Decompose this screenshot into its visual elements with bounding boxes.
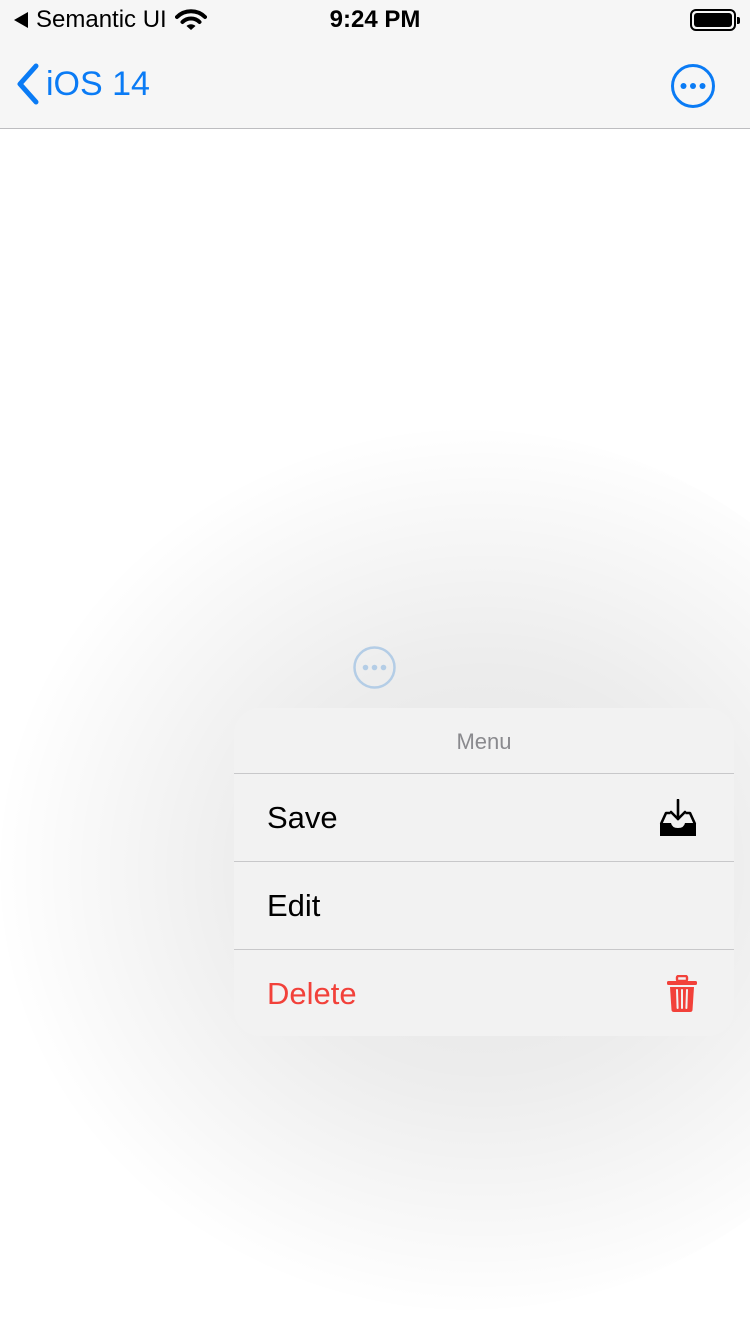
screen: Semantic UI 9:24 PM iOS 14 Menu Save Edi… xyxy=(0,0,750,1334)
navigation-bar: iOS 14 xyxy=(0,40,750,129)
back-button[interactable]: iOS 14 xyxy=(16,62,150,106)
context-menu: Menu Save Edit Delete xyxy=(234,708,734,1036)
menu-item-label: Edit xyxy=(267,887,321,923)
menu-item-save[interactable]: Save xyxy=(234,774,734,862)
more-options-button[interactable] xyxy=(670,63,716,109)
battery-icon xyxy=(690,9,740,31)
chevron-left-icon xyxy=(17,63,39,105)
menu-item-label: Save xyxy=(267,799,338,835)
menu-item-label: Delete xyxy=(267,975,357,1011)
status-bar: Semantic UI 9:24 PM xyxy=(0,0,750,40)
status-time: 9:24 PM xyxy=(329,6,421,33)
menu-item-edit[interactable]: Edit xyxy=(234,862,734,950)
menu-item-delete[interactable]: Delete xyxy=(234,950,734,1036)
tray-download-icon xyxy=(659,798,697,836)
trash-icon xyxy=(667,974,697,1012)
menu-source-ellipsis-icon xyxy=(353,646,396,689)
back-button-label: iOS 14 xyxy=(46,64,150,103)
menu-title: Menu xyxy=(456,728,512,754)
menu-header: Menu xyxy=(234,708,734,774)
